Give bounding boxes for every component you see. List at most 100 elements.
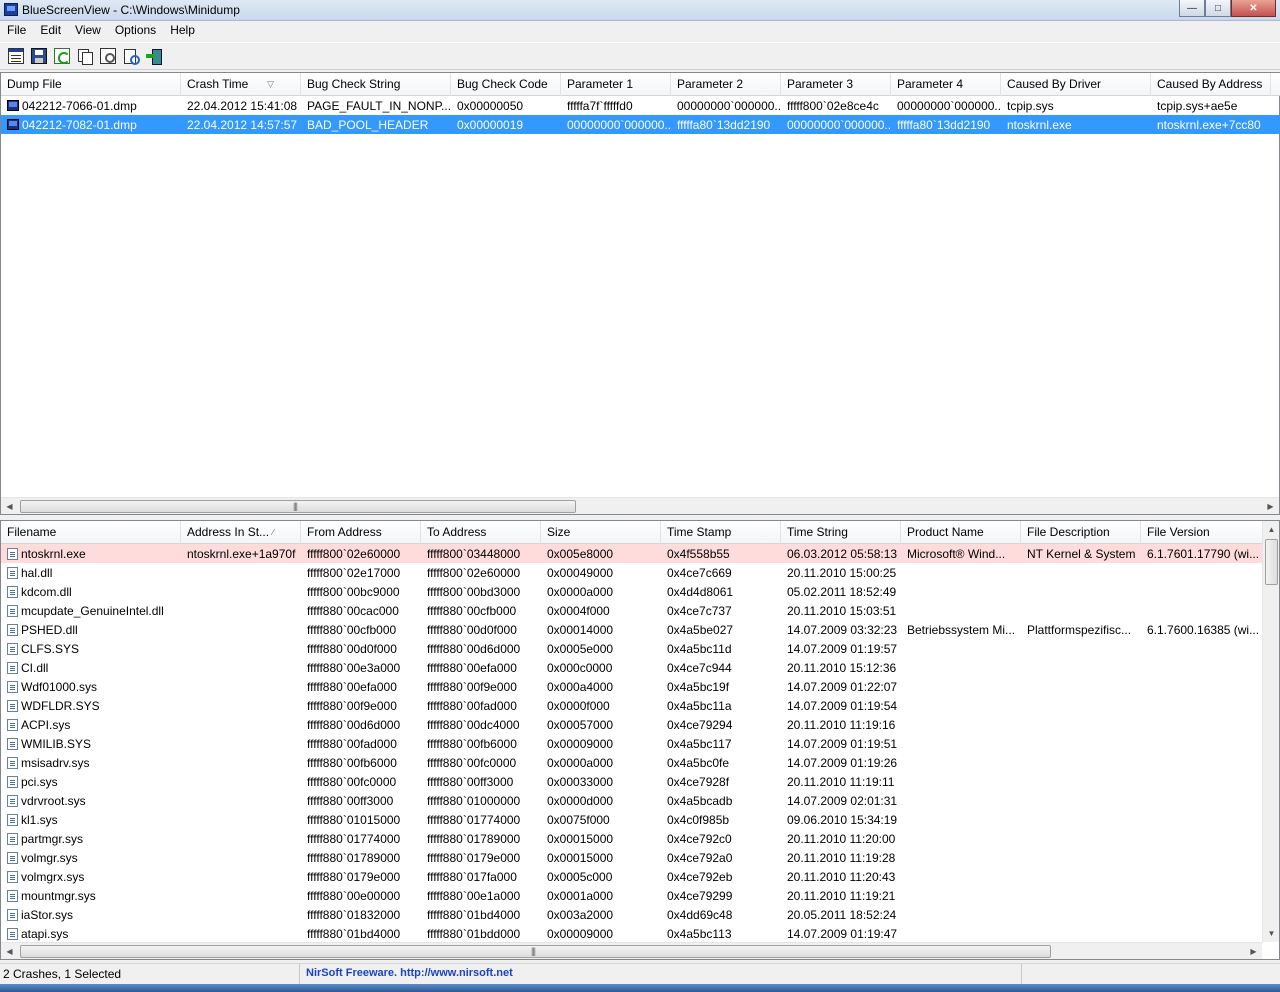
table-row[interactable]: vdrvroot.sys fffff880`00ff3000 fffff880`01…: [1, 791, 1263, 810]
menu-options[interactable]: Options: [108, 21, 163, 41]
table-row[interactable]: CLFS.SYS fffff880`00d0f000 fffff880`00d6d0…: [1, 639, 1263, 658]
cell-text: 22.04.2012 14:57:57: [187, 118, 298, 132]
table-cell: 042212-7066-01.dmp: [1, 96, 181, 115]
table-row[interactable]: 042212-7066-01.dmp 22.04.2012 15:41:08 PAG…: [1, 96, 1280, 115]
menu-view[interactable]: View: [68, 21, 108, 41]
scroll-left-arrow[interactable]: ◀: [1, 498, 18, 515]
column-header-parameter-3[interactable]: Parameter 3: [781, 73, 891, 96]
maximize-button[interactable]: □: [1205, 0, 1231, 17]
taskbar-strip: [0, 984, 1280, 992]
cell-text: 0x00014000: [547, 623, 614, 637]
scroll-left-arrow[interactable]: ◀: [1, 943, 18, 960]
table-row[interactable]: msisadrv.sys fffff880`00fb6000 fffff880`00…: [1, 753, 1263, 772]
table-cell: fffff880`00cfb000: [421, 601, 541, 620]
table-row[interactable]: ACPI.sys fffff880`00d6d000 fffff880`00dc40…: [1, 715, 1263, 734]
bluescreenview-window: BlueScreenView - C:\Windows\Minidump — □…: [0, 0, 1280, 992]
cell-text: 20.11.2010 11:19:16: [787, 718, 896, 732]
table-cell: 0x0004f000: [541, 601, 661, 620]
column-header-time-stamp[interactable]: Time Stamp: [661, 521, 781, 544]
column-header-bug-check-code[interactable]: Bug Check Code: [451, 73, 561, 96]
table-row[interactable]: WDFLDR.SYS fffff880`00f9e000 fffff880`00fa…: [1, 696, 1263, 715]
cell-text: 0x4a5bcadb: [667, 794, 733, 808]
nirsoft-link[interactable]: NirSoft Freeware. http://www.nirsoft.net: [300, 964, 1022, 985]
column-header-label: Caused By Address: [1157, 77, 1263, 91]
table-row[interactable]: 042212-7082-01.dmp 22.04.2012 14:57:57 BAD…: [1, 115, 1280, 134]
find-button[interactable]: [122, 47, 140, 65]
table-row[interactable]: ntoskrnl.exe ntoskrnl.exe+1a970f fffff800`…: [1, 544, 1263, 563]
table-cell: atapi.sys: [1, 924, 181, 943]
table-cell: 0x00000050: [451, 96, 561, 115]
options-button[interactable]: [99, 47, 117, 65]
save-button[interactable]: [30, 47, 48, 65]
table-cell: [1021, 905, 1141, 924]
table-row[interactable]: hal.dll fffff800`02e17000 fffff800`02e6000…: [1, 563, 1263, 582]
column-header-col-10[interactable]: [1271, 73, 1280, 96]
column-header-label: Time String: [787, 525, 848, 539]
table-row[interactable]: Wdf01000.sys fffff880`00efa000 fffff880`00…: [1, 677, 1263, 696]
driver-file-icon: [7, 890, 18, 902]
table-row[interactable]: WMILIB.SYS fffff880`00fad000 fffff880`00fb…: [1, 734, 1263, 753]
table-row[interactable]: atapi.sys fffff880`01bd4000 fffff880`01bdd…: [1, 924, 1263, 943]
column-header-parameter-2[interactable]: Parameter 2: [671, 73, 781, 96]
column-header-crash-time[interactable]: Crash Time ▽: [181, 73, 301, 96]
column-header-caused-by-driver[interactable]: Caused By Driver: [1001, 73, 1151, 96]
column-header-product-name[interactable]: Product Name: [901, 521, 1021, 544]
driver-file-icon: [7, 700, 18, 712]
cell-text: 14.07.2009 01:22:07: [787, 680, 898, 694]
cell-text: fffff800`03448000: [427, 547, 521, 561]
table-row[interactable]: mountmgr.sys fffff880`00e00000 fffff880`00…: [1, 886, 1263, 905]
column-header-address-in-st[interactable]: Address In St... ∕: [181, 521, 301, 544]
properties-button[interactable]: [7, 47, 25, 65]
column-header-time-string[interactable]: Time String: [781, 521, 901, 544]
table-row[interactable]: iaStor.sys fffff880`01832000 fffff880`01bd…: [1, 905, 1263, 924]
menu-edit[interactable]: Edit: [33, 21, 68, 41]
exit-button[interactable]: [145, 47, 163, 65]
scroll-right-arrow[interactable]: ▶: [1245, 943, 1262, 960]
hscroll-thumb[interactable]: |||: [20, 500, 576, 513]
table-row[interactable]: mcupdate_GenuineIntel.dll fffff880`00cac0…: [1, 601, 1263, 620]
scroll-up-arrow[interactable]: ▲: [1263, 521, 1280, 538]
scroll-right-arrow[interactable]: ▶: [1262, 498, 1279, 515]
menu-help[interactable]: Help: [163, 21, 202, 41]
table-row[interactable]: partmgr.sys fffff880`01774000 fffff880`017…: [1, 829, 1263, 848]
title-bar[interactable]: BlueScreenView - C:\Windows\Minidump — □…: [0, 0, 1280, 21]
minimize-button[interactable]: —: [1179, 0, 1205, 17]
menu-file[interactable]: File: [0, 21, 33, 41]
driver-list-vscrollbar[interactable]: ▲ ▼: [1262, 521, 1279, 942]
column-header-parameter-4[interactable]: Parameter 4: [891, 73, 1001, 96]
table-row[interactable]: pci.sys fffff880`00fc0000 fffff880`00ff300…: [1, 772, 1263, 791]
column-header-size[interactable]: Size: [541, 521, 661, 544]
table-row[interactable]: CI.dll fffff880`00e3a000 fffff880`00efa000…: [1, 658, 1263, 677]
cell-text: 0x0000a000: [547, 756, 614, 770]
refresh-button[interactable]: [53, 47, 71, 65]
column-header-bug-check-string[interactable]: Bug Check String: [301, 73, 451, 96]
table-cell: 0x4ce79299: [661, 886, 781, 905]
close-button[interactable]: ✕: [1231, 0, 1276, 17]
column-header-dump-file[interactable]: Dump File: [1, 73, 181, 96]
table-row[interactable]: volmgrx.sys fffff880`0179e000 fffff880`017…: [1, 867, 1263, 886]
table-row[interactable]: volmgr.sys fffff880`01789000 fffff880`0179…: [1, 848, 1263, 867]
column-header-to-address[interactable]: To Address: [421, 521, 541, 544]
cell-text: 0x4f558b55: [667, 547, 730, 561]
column-header-from-address[interactable]: From Address: [301, 521, 421, 544]
table-cell: pci.sys: [1, 772, 181, 791]
table-cell: hal.dll: [1, 563, 181, 582]
column-header-filename[interactable]: Filename: [1, 521, 181, 544]
column-header-caused-by-address[interactable]: Caused By Address: [1151, 73, 1271, 96]
copy-button[interactable]: [76, 47, 94, 65]
table-cell: [1141, 791, 1263, 810]
column-header-file-description[interactable]: File Description: [1021, 521, 1141, 544]
table-row[interactable]: PSHED.dll fffff880`00cfb000 fffff880`00d0f…: [1, 620, 1263, 639]
hscroll-thumb[interactable]: |||: [20, 945, 1051, 958]
table-row[interactable]: kdcom.dll fffff800`00bc9000 fffff800`00bd3…: [1, 582, 1263, 601]
table-row[interactable]: kl1.sys fffff880`01015000 fffff880`0177400…: [1, 810, 1263, 829]
vscroll-thumb[interactable]: [1265, 539, 1278, 585]
column-header-parameter-1[interactable]: Parameter 1: [561, 73, 671, 96]
crash-list-hscrollbar[interactable]: ◀ ||| ▶: [1, 497, 1279, 514]
driver-list-hscrollbar[interactable]: ◀ ||| ▶: [1, 942, 1262, 959]
table-cell: 6.1.7601.17790 (wi...: [1141, 544, 1263, 563]
column-header-file-version[interactable]: File Version: [1141, 521, 1263, 544]
cell-text: 0x00000050: [457, 99, 524, 113]
table-cell: [1021, 563, 1141, 582]
scroll-down-arrow[interactable]: ▼: [1263, 925, 1280, 942]
